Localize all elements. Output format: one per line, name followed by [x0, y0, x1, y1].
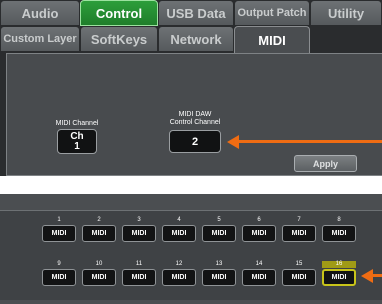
tab-utility-label: Utility	[327, 5, 365, 21]
softkey-button-label: MIDI	[291, 274, 307, 281]
softkey-button-label: MIDI	[131, 230, 147, 237]
softkey-midi-button-4[interactable]: MIDI	[162, 225, 196, 242]
softkey-button-label: MIDI	[51, 230, 67, 237]
softkey-button-label: MIDI	[171, 274, 187, 281]
softkey-midi-button-2[interactable]: MIDI	[82, 225, 116, 242]
tab-audio[interactable]: Audio	[0, 0, 80, 26]
daw-channel-label-line1: MIDI DAW	[178, 111, 212, 118]
softkey-button-label: MIDI	[331, 274, 347, 281]
tab-custom-layer[interactable]: Custom Layer	[0, 26, 80, 52]
softkey-button-label: MIDI	[51, 274, 67, 281]
annotation-arrow-head-2	[361, 268, 373, 283]
softkey-button-label: MIDI	[211, 274, 227, 281]
tab-softkeys[interactable]: SoftKeys	[80, 26, 158, 52]
softkey-button-label: MIDI	[131, 274, 147, 281]
softkey-button-label: MIDI	[91, 274, 107, 281]
softkey-midi-button-16[interactable]: MIDI	[322, 269, 356, 286]
annotation-arrow-head	[227, 134, 239, 149]
tab-control[interactable]: Control	[80, 0, 158, 26]
midi-channel-button-value: 1	[74, 140, 80, 152]
softkey-midi-button-5[interactable]: MIDI	[202, 225, 236, 242]
softkey-number: 4	[177, 217, 181, 223]
softkey-button-label: MIDI	[251, 274, 267, 281]
softkey-midi-button-7[interactable]: MIDI	[282, 225, 316, 242]
midi-channel-label: MIDI Channel	[55, 120, 99, 127]
tab-network[interactable]: Network	[158, 26, 234, 52]
daw-channel-label: MIDI DAW Control Channel	[160, 111, 230, 127]
softkey-midi-button-3[interactable]: MIDI	[122, 225, 156, 242]
tab-usb-data[interactable]: USB Data	[158, 0, 234, 26]
softkey-button-label: MIDI	[211, 230, 227, 237]
tab-output-patch[interactable]: Output Patch	[234, 0, 310, 26]
softkey-number: 5	[217, 217, 221, 223]
softkey-midi-button-11[interactable]: MIDI	[122, 269, 156, 286]
softkey-number: 7	[297, 217, 301, 223]
apply-button[interactable]: Apply	[294, 155, 357, 172]
daw-control-channel-button[interactable]: 2	[169, 130, 221, 153]
softkey-number: 3	[137, 217, 141, 223]
softkey-number: 6	[257, 217, 261, 223]
softkey-button-label: MIDI	[331, 230, 347, 237]
softkey-number: 2	[97, 217, 101, 223]
softkey-button-label: MIDI	[291, 230, 307, 237]
softkey-midi-button-10[interactable]: MIDI	[82, 269, 116, 286]
tab-midi[interactable]: MIDI	[234, 26, 310, 54]
softkey-midi-button-1[interactable]: MIDI	[42, 225, 76, 242]
softkey-number: 9	[57, 261, 61, 267]
softkey-midi-button-8[interactable]: MIDI	[322, 225, 356, 242]
apply-button-label: Apply	[312, 158, 338, 169]
softkey-number: 15	[295, 261, 303, 267]
tab-softkeys-label: SoftKeys	[90, 31, 148, 47]
softkey-midi-panel: 1 MIDI 2 MIDI 3 MIDI 4 MIDI 5 MIDI 6 MID…	[0, 194, 382, 304]
tab-audio-label: Audio	[21, 5, 59, 21]
daw-control-channel-value: 2	[191, 135, 199, 148]
tab-network-label: Network	[170, 31, 222, 47]
tab-utility[interactable]: Utility	[310, 0, 382, 26]
midi-channel-button[interactable]: Ch 1	[57, 129, 97, 154]
softkey-midi-button-12[interactable]: MIDI	[162, 269, 196, 286]
daw-channel-label-line2: Control Channel	[169, 119, 221, 126]
tab-control-label: Control	[95, 5, 143, 21]
softkey-button-label: MIDI	[171, 230, 187, 237]
softkey-number: 14	[255, 261, 263, 267]
softkey-button-label: MIDI	[91, 230, 107, 237]
softkey-button-label: MIDI	[251, 230, 267, 237]
softkey-number: 11	[135, 261, 143, 267]
annotation-arrow-line-2	[372, 274, 382, 277]
softkey-midi-button-6[interactable]: MIDI	[242, 225, 276, 242]
softkey-midi-button-13[interactable]: MIDI	[202, 269, 236, 286]
tab-output-patch-label: Output Patch	[237, 7, 307, 19]
softkey-number: 12	[175, 261, 183, 267]
softkey-midi-button-15[interactable]: MIDI	[282, 269, 316, 286]
softkey-midi-button-9[interactable]: MIDI	[42, 269, 76, 286]
softkey-number: 8	[337, 217, 341, 223]
tab-usb-data-label: USB Data	[166, 5, 226, 21]
annotation-arrow-line	[238, 140, 382, 143]
tab-custom-layer-label: Custom Layer	[3, 33, 77, 45]
softkey-number: 10	[95, 261, 103, 267]
softkey-number: 13	[215, 261, 223, 267]
softkey-number: 1	[57, 217, 61, 223]
tab-midi-label: MIDI	[258, 33, 286, 48]
softkey-number-selected: 16	[322, 261, 356, 268]
softkey-grid: 1 MIDI 2 MIDI 3 MIDI 4 MIDI 5 MIDI 6 MID…	[0, 210, 382, 300]
softkey-midi-button-14[interactable]: MIDI	[242, 269, 276, 286]
settings-panel: Audio Control USB Data Output Patch Util…	[0, 0, 382, 176]
midi-channel-button-prefix: Ch	[70, 130, 84, 142]
